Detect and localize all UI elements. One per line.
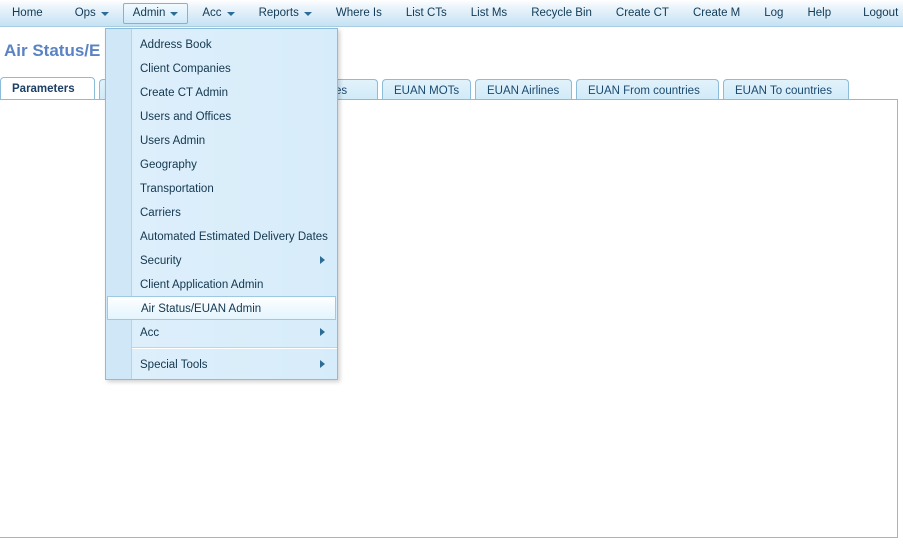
application-window: Home Ops Admin Acc Reports Where Is List CTs Li… xyxy=(0,0,903,548)
dropdown-item-acc[interactable]: Acc xyxy=(106,320,337,344)
menu-item-label: Create M xyxy=(692,6,741,19)
page-title: Air Status/E xyxy=(4,41,101,60)
chevron-down-icon xyxy=(100,12,109,16)
tab-parameters[interactable]: Parameters xyxy=(0,77,95,101)
menu-item-label: Recycle Bin xyxy=(531,6,592,19)
menu-item-label: List CTs xyxy=(405,6,447,19)
menu-item-label: List Ms xyxy=(470,6,508,19)
menu-item-recycle-bin[interactable]: Recycle Bin xyxy=(521,3,602,24)
menu-item-label: Log xyxy=(764,6,784,19)
dropdown-item-label: Client Application Admin xyxy=(140,279,264,291)
tab-euan-to-countries[interactable]: EUAN To countries xyxy=(723,79,849,101)
dropdown-item-client-companies[interactable]: Client Companies xyxy=(106,56,337,80)
chevron-down-icon xyxy=(226,12,235,16)
menu-item-label: Ops xyxy=(74,6,96,19)
menu-item-label: Help xyxy=(807,6,832,19)
menu-item-home[interactable]: Home xyxy=(2,3,53,24)
menu-item-list-cts[interactable]: List CTs xyxy=(396,3,457,24)
dropdown-item-security[interactable]: Security xyxy=(106,248,337,272)
menu-item-create-ct[interactable]: Create CT xyxy=(606,3,679,24)
menu-separator xyxy=(132,347,337,349)
dropdown-item-label: Acc xyxy=(140,327,160,339)
menu-item-label: Where Is xyxy=(335,6,382,19)
tab-label: EUAN To countries xyxy=(735,85,832,97)
tab-euan-airlines[interactable]: EUAN Airlines xyxy=(475,79,572,101)
chevron-right-icon xyxy=(320,328,325,336)
chevron-down-icon xyxy=(170,12,179,16)
tab-label: Parameters xyxy=(12,83,75,95)
tab-label: EUAN MOTs xyxy=(394,85,460,97)
dropdown-item-label: Security xyxy=(140,255,182,267)
dropdown-item-label: Geography xyxy=(140,159,197,171)
menu-item-acc[interactable]: Acc xyxy=(192,3,244,24)
chevron-right-icon xyxy=(320,256,325,264)
dropdown-item-label: Automated Estimated Delivery Dates xyxy=(140,231,328,243)
dropdown-item-users-admin[interactable]: Users Admin xyxy=(106,128,337,152)
menu-item-help[interactable]: Help xyxy=(797,3,841,24)
dropdown-item-client-application-admin[interactable]: Client Application Admin xyxy=(106,272,337,296)
dropdown-item-label: Address Book xyxy=(140,39,212,51)
dropdown-item-label: Air Status/EUAN Admin xyxy=(141,303,262,315)
dropdown-item-label: Users Admin xyxy=(140,135,206,147)
tab-label: EUAN Airlines xyxy=(487,85,560,97)
menu-item-logout[interactable]: Logout xyxy=(853,3,903,24)
menu-item-create-m[interactable]: Create M xyxy=(683,3,750,24)
menu-item-reports[interactable]: Reports xyxy=(249,3,322,24)
dropdown-item-label: Special Tools xyxy=(140,359,208,371)
dropdown-item-label: Users and Offices xyxy=(140,111,232,123)
menu-item-ops[interactable]: Ops xyxy=(65,3,119,24)
menu-item-where-is[interactable]: Where Is xyxy=(326,3,392,24)
dropdown-item-label: Carriers xyxy=(140,207,181,219)
menu-item-label: Reports xyxy=(258,6,299,19)
dropdown-item-carriers[interactable]: Carriers xyxy=(106,200,337,224)
main-menu-bar: Home Ops Admin Acc Reports Where Is List CTs Li… xyxy=(0,0,903,27)
dropdown-item-create-ct-admin[interactable]: Create CT Admin xyxy=(106,80,337,104)
dropdown-item-special-tools[interactable]: Special Tools xyxy=(106,352,337,376)
admin-dropdown-menu: Address Book Client Companies Create CT Ad… xyxy=(105,28,338,380)
menu-item-label: Admin xyxy=(132,6,166,19)
dropdown-item-label: Create CT Admin xyxy=(140,87,228,99)
dropdown-item-air-status-euan-admin[interactable]: Air Status/EUAN Admin xyxy=(107,296,336,320)
menu-item-list-ms[interactable]: List Ms xyxy=(461,3,517,24)
tab-euan-mots[interactable]: EUAN MOTs xyxy=(382,79,471,101)
menu-item-admin[interactable]: Admin xyxy=(122,2,189,24)
dropdown-item-label: Client Companies xyxy=(140,63,231,75)
menu-item-label: Create CT xyxy=(615,6,669,19)
dropdown-item-label: Transportation xyxy=(140,183,214,195)
chevron-down-icon xyxy=(303,12,312,16)
tab-label: EUAN From countries xyxy=(588,85,700,97)
dropdown-item-automated-estimated-delivery-dates[interactable]: Automated Estimated Delivery Dates xyxy=(106,224,337,248)
menu-item-label: Home xyxy=(12,6,43,19)
tab-euan-from-countries[interactable]: EUAN From countries xyxy=(576,79,719,101)
chevron-right-icon xyxy=(320,360,325,368)
dropdown-item-address-book[interactable]: Address Book xyxy=(106,32,337,56)
dropdown-item-users-and-offices[interactable]: Users and Offices xyxy=(106,104,337,128)
dropdown-item-transportation[interactable]: Transportation xyxy=(106,176,337,200)
dropdown-item-geography[interactable]: Geography xyxy=(106,152,337,176)
menu-item-log[interactable]: Log xyxy=(754,3,793,24)
menu-item-label: Logout xyxy=(863,6,899,19)
menu-item-label: Acc xyxy=(202,6,222,19)
